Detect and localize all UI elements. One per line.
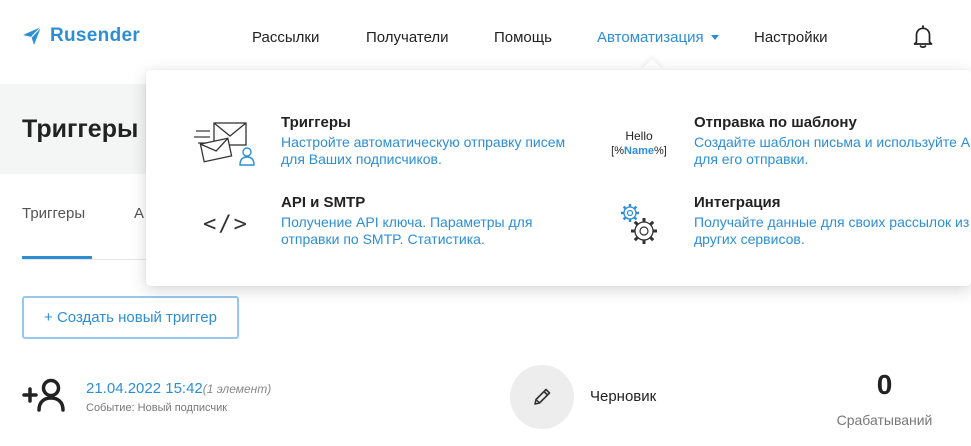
menu-item-integration-title: Интеграция xyxy=(694,194,781,211)
trigger-element-count: (1 элемент) xyxy=(202,382,272,396)
trigger-row[interactable]: 21.04.2022 15:42(1 элемент) Событие: Нов… xyxy=(0,360,971,446)
gears-icon xyxy=(599,194,679,254)
nav-item-mailings[interactable]: Рассылки xyxy=(252,29,319,46)
add-user-icon xyxy=(22,378,65,412)
nav-item-automation-label: Автоматизация xyxy=(597,29,704,46)
tab-second[interactable]: А xyxy=(134,205,144,222)
tab-triggers[interactable]: Триггеры xyxy=(22,205,85,222)
nav-item-automation[interactable]: Автоматизация xyxy=(597,29,719,46)
menu-item-integration[interactable]: Интеграция Получайте данные для своих ра… xyxy=(599,194,971,264)
envelope-user-icon xyxy=(186,114,266,174)
caret-down-icon xyxy=(710,34,719,40)
automation-dropdown: Триггеры Настройте автоматическую отправ… xyxy=(146,70,971,286)
name-tag: [%Name%] xyxy=(611,145,667,157)
trigger-event: Событие: Новый подписчик xyxy=(86,402,228,414)
hello-text: Hello xyxy=(625,129,653,143)
menu-item-template-title: Отправка по шаблону xyxy=(694,114,857,131)
code-icon: </> xyxy=(186,194,266,254)
menu-item-template-send[interactable]: Hello [%Name%] Отправка по шаблону Созда… xyxy=(599,114,971,184)
nav-item-settings[interactable]: Настройки xyxy=(754,29,828,46)
menu-item-api-title: API и SMTP xyxy=(281,194,366,211)
fires-label: Срабатываний xyxy=(836,412,933,428)
hello-template-icon: Hello [%Name%] xyxy=(599,114,679,174)
fires-count: 0 xyxy=(876,369,893,400)
code-glyph: </> xyxy=(203,211,249,237)
menu-item-integration-desc: Получайте данные для своих рассылок из д… xyxy=(694,214,970,247)
pencil-icon xyxy=(534,388,551,405)
trigger-date[interactable]: 21.04.2022 15:42(1 элемент) xyxy=(86,380,271,397)
top-header: Rusender Рассылки Получатели Помощь Авто… xyxy=(0,0,971,78)
menu-item-api-smtp[interactable]: </> API и SMTP Получение API ключа. Пара… xyxy=(186,194,586,264)
menu-item-template-desc: Создайте шаблон письма и используйте API… xyxy=(694,134,971,167)
edit-trigger-button[interactable] xyxy=(510,365,574,429)
nav-item-recipients[interactable]: Получатели xyxy=(366,29,449,46)
page-title: Триггеры xyxy=(22,115,139,143)
menu-item-triggers-desc: Настройте автоматическую отправку писем … xyxy=(281,134,566,167)
menu-item-triggers[interactable]: Триггеры Настройте автоматическую отправ… xyxy=(186,114,586,184)
create-trigger-button[interactable]: + Создать новый триггер xyxy=(22,296,239,339)
main-nav: Рассылки Получатели Помощь Автоматизация… xyxy=(0,29,971,49)
trigger-status: Черновик xyxy=(590,388,657,405)
menu-item-api-desc: Получение API ключа. Параметры для отпра… xyxy=(281,214,533,247)
menu-item-triggers-title: Триггеры xyxy=(281,114,351,131)
bell-icon[interactable] xyxy=(912,25,934,49)
trigger-date-text: 21.04.2022 15:42 xyxy=(86,380,203,397)
nav-item-help[interactable]: Помощь xyxy=(494,29,552,46)
